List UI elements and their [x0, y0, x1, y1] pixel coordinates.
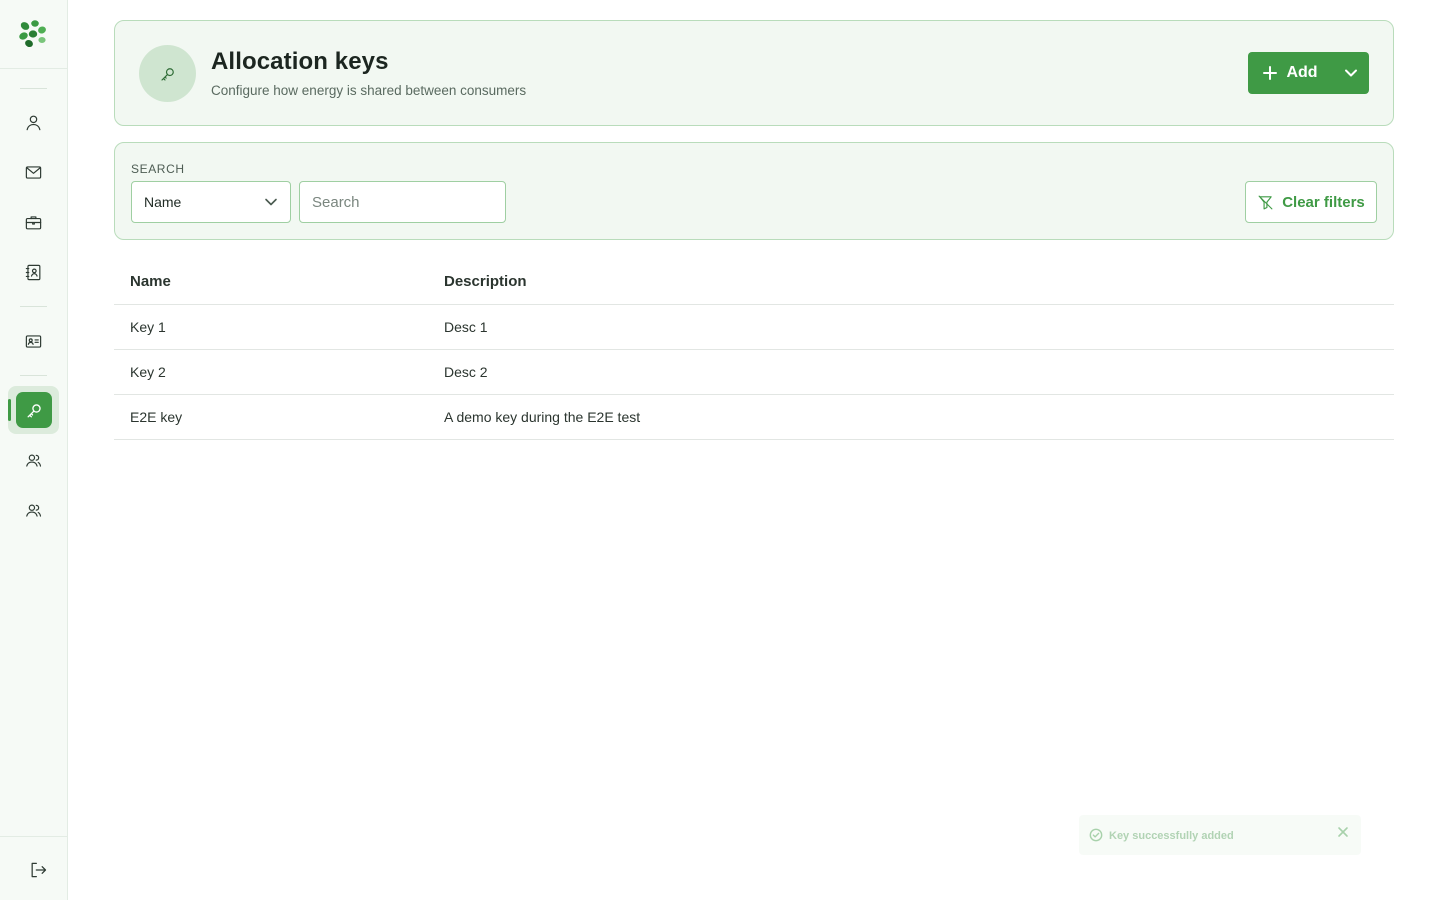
sidebar-item-allocation-keys[interactable]: [16, 392, 52, 428]
close-icon: [1338, 827, 1348, 837]
toast-message: Key successfully added: [1109, 830, 1234, 842]
user-icon: [26, 115, 40, 130]
plus-icon: [1263, 66, 1278, 80]
sidebar: [0, 0, 68, 900]
briefcase-icon: [25, 215, 41, 229]
table-header: Name Description: [114, 258, 1394, 305]
id-card-icon: [25, 334, 41, 348]
page-icon: [139, 45, 196, 102]
add-button-group: Add: [1248, 52, 1369, 94]
sidebar-item-users[interactable]: [19, 108, 47, 136]
page-header: Allocation keys Configure how energy is …: [114, 20, 1394, 126]
add-button-label: Add: [1286, 64, 1318, 81]
sidebar-divider: [20, 306, 47, 307]
sidebar-divider: [0, 836, 67, 837]
sidebar-divider: [0, 68, 67, 69]
check-circle-icon: [1089, 828, 1103, 842]
clover-logo-icon: [19, 20, 46, 48]
sidebar-divider: [20, 88, 47, 89]
table-row[interactable]: Key 2 Desc 2: [114, 350, 1394, 395]
logout-icon: [31, 862, 47, 878]
row-description: Desc 1: [444, 319, 488, 335]
add-button[interactable]: Add: [1248, 52, 1332, 94]
add-options-dropdown[interactable]: [1332, 52, 1369, 94]
search-field-value: Name: [144, 194, 182, 210]
row-name: E2E key: [130, 409, 183, 425]
search-input[interactable]: [299, 181, 506, 223]
row-description: A demo key during the E2E test: [444, 409, 641, 425]
column-header-description[interactable]: Description: [444, 273, 1394, 290]
mail-icon: [25, 165, 41, 179]
clear-filters-label: Clear filters: [1282, 193, 1365, 211]
chevron-down-icon: [1344, 69, 1357, 77]
sidebar-item-contacts[interactable]: [19, 258, 47, 286]
allocation-keys-table: Name Description Key 1 Desc 1 Key 2 Desc…: [114, 258, 1394, 440]
filter-off-icon: [1258, 195, 1273, 209]
row-name: Key 1: [130, 319, 166, 335]
users-icon: [25, 504, 41, 517]
column-header-name[interactable]: Name: [114, 273, 444, 290]
sidebar-item-communities[interactable]: [19, 496, 47, 524]
sidebar-active-indicator: [8, 399, 11, 421]
table-row[interactable]: E2E key A demo key during the E2E test: [114, 395, 1394, 440]
page-title: Allocation keys: [211, 48, 389, 75]
sidebar-item-mail[interactable]: [19, 158, 47, 186]
row-name: Key 2: [130, 364, 166, 380]
app-logo[interactable]: [16, 17, 48, 49]
clear-filters-button[interactable]: Clear filters: [1245, 181, 1377, 223]
sidebar-item-organizations[interactable]: [19, 208, 47, 236]
page-subtitle: Configure how energy is shared between c…: [211, 83, 527, 98]
row-description: Desc 2: [444, 364, 488, 380]
sidebar-item-members[interactable]: [19, 327, 47, 355]
sidebar-item-groups[interactable]: [19, 446, 47, 474]
search-label: SEARCH: [131, 162, 185, 176]
users-icon: [25, 454, 41, 467]
chevron-down-icon: [265, 198, 277, 206]
logout-button[interactable]: [26, 858, 50, 882]
table-row[interactable]: Key 1 Desc 1: [114, 305, 1394, 350]
contact-book-icon: [25, 264, 40, 280]
key-icon: [26, 403, 41, 418]
search-panel: SEARCH Name Clear filters: [114, 142, 1394, 240]
key-icon: [160, 67, 174, 81]
search-field-select[interactable]: Name: [131, 181, 291, 223]
sidebar-divider: [20, 375, 47, 376]
toast-close-button[interactable]: [1337, 825, 1351, 839]
success-toast: Key successfully added: [1079, 815, 1361, 855]
